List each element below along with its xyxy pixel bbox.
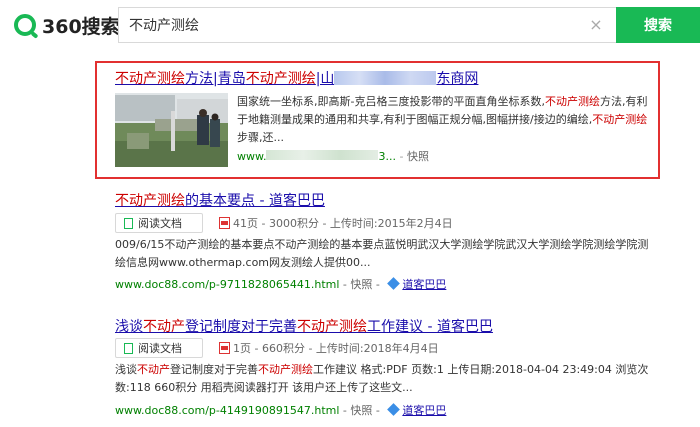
result-3-doc-meta: 阅读文档 1页 - 660积分 - 上传时间:2018年4月4日 <box>115 338 439 358</box>
read-doc-label: 阅读文档 <box>138 342 182 355</box>
result-3-title-row: 浅谈不动产登记制度对于完善不动产测绘工作建议 - 道客巴巴 <box>115 316 493 336</box>
title-highlight: 不动产 <box>143 319 185 335</box>
doc-icon <box>124 342 133 354</box>
desc-highlight: 不动产 <box>137 363 170 376</box>
result-2-doc-meta: 阅读文档 41页 - 3000积分 - 上传时间:2015年2月4日 <box>115 213 453 233</box>
doc-meta-text: 1页 - 660积分 - 上传时间:2018年4月4日 <box>233 342 439 355</box>
thumbnail-image <box>115 93 228 167</box>
title-highlight: 不动产测绘 <box>115 71 185 87</box>
result-2-desc: 009/6/15不动产测绘的基本要点不动产测绘的基本要点蓝悦明武汉大学测绘学院武… <box>115 238 649 269</box>
snippet-highlight: 不动产测绘 <box>592 113 648 126</box>
clear-icon[interactable]: × <box>588 17 604 33</box>
logo[interactable]: 360搜索 <box>14 12 120 38</box>
result-3-footer: www.doc88.com/p-4149190891547.html - 快照 … <box>115 403 447 417</box>
desc-text: 登记制度对于完善 <box>170 363 258 376</box>
result-url[interactable]: www. <box>237 150 266 163</box>
desc-text: 浅谈 <box>115 363 137 376</box>
result-url-tail: 3... <box>378 150 396 163</box>
snippet-highlight: 不动产测绘 <box>544 95 600 108</box>
title-highlight: 不动产测绘 <box>115 193 185 209</box>
logo-text: 360搜索 <box>42 15 120 38</box>
result-2-title-row: 不动产测绘的基本要点 - 道客巴巴 <box>115 190 325 210</box>
result-1-title-row: 不动产测绘方法|青岛不动产测绘|山 东商网 <box>115 68 478 88</box>
result-1-thumbnail[interactable] <box>115 93 228 167</box>
snapshot-link[interactable]: 快照 <box>407 150 429 163</box>
logo-360-icon <box>14 14 36 36</box>
site-diamond-icon <box>387 403 401 416</box>
desc-highlight: 不动产测绘 <box>258 363 313 376</box>
snippet-text: 国家统一坐标系,即高斯-克吕格三度投影带的平面直角坐标系数, <box>237 95 545 108</box>
title-text: 的基本要点 - 道客巴巴 <box>185 193 325 209</box>
snapshot-link[interactable]: 快照 <box>350 404 372 417</box>
result-2-footer: www.doc88.com/p-9711828065441.html - 快照 … <box>115 277 447 291</box>
pdf-icon <box>219 217 230 229</box>
title-text: 浅谈 <box>115 319 143 335</box>
result-url[interactable]: www.doc88.com/p-9711828065441.html <box>115 278 339 291</box>
result-2-title[interactable]: 不动产测绘的基本要点 - 道客巴巴 <box>115 193 325 209</box>
search-button[interactable]: 搜索 <box>616 7 700 43</box>
title-highlight: 不动产测绘 <box>245 71 316 87</box>
title-highlight: 不动产测绘 <box>297 319 367 335</box>
read-doc-button[interactable]: 阅读文档 <box>115 213 203 233</box>
read-doc-button[interactable]: 阅读文档 <box>115 338 203 358</box>
site-diamond-icon <box>387 277 401 290</box>
doc-icon <box>124 217 133 229</box>
pdf-icon <box>219 342 230 354</box>
title-text: 东商网 <box>436 71 479 87</box>
read-doc-label: 阅读文档 <box>138 217 182 230</box>
redacted-url <box>266 150 379 160</box>
search-box: × <box>118 7 616 43</box>
title-text: 方法|青岛 <box>185 71 246 87</box>
result-3-title[interactable]: 浅谈不动产登记制度对于完善不动产测绘工作建议 - 道客巴巴 <box>115 319 493 335</box>
site-link[interactable]: 道客巴巴 <box>402 404 446 417</box>
search-input[interactable] <box>119 8 579 42</box>
result-3-desc: 浅谈不动产登记制度对于完善不动产测绘工作建议 格式:PDF 页数:1 上传日期:… <box>115 361 650 397</box>
title-text: 登记制度对于完善 <box>185 319 297 335</box>
result-1-snippet: 国家统一坐标系,即高斯-克吕格三度投影带的平面直角坐标系数,不动产测绘方法,有利… <box>237 93 650 166</box>
result-1-url-line: www. 3... - 快照 <box>237 150 429 163</box>
site-link[interactable]: 道客巴巴 <box>402 278 446 291</box>
redacted-text <box>334 71 437 85</box>
result-url[interactable]: www.doc88.com/p-4149190891547.html <box>115 404 339 417</box>
snippet-text: 步骤,还... <box>237 131 284 144</box>
header: 360搜索 × 搜索 <box>0 0 700 50</box>
result-1-title[interactable]: 不动产测绘方法|青岛不动产测绘|山 东商网 <box>115 71 478 87</box>
title-text: 工作建议 - 道客巴巴 <box>367 319 493 335</box>
snapshot-link[interactable]: 快照 <box>350 278 372 291</box>
title-text: |山 <box>315 71 335 87</box>
doc-meta-text: 41页 - 3000积分 - 上传时间:2015年2月4日 <box>233 217 453 230</box>
